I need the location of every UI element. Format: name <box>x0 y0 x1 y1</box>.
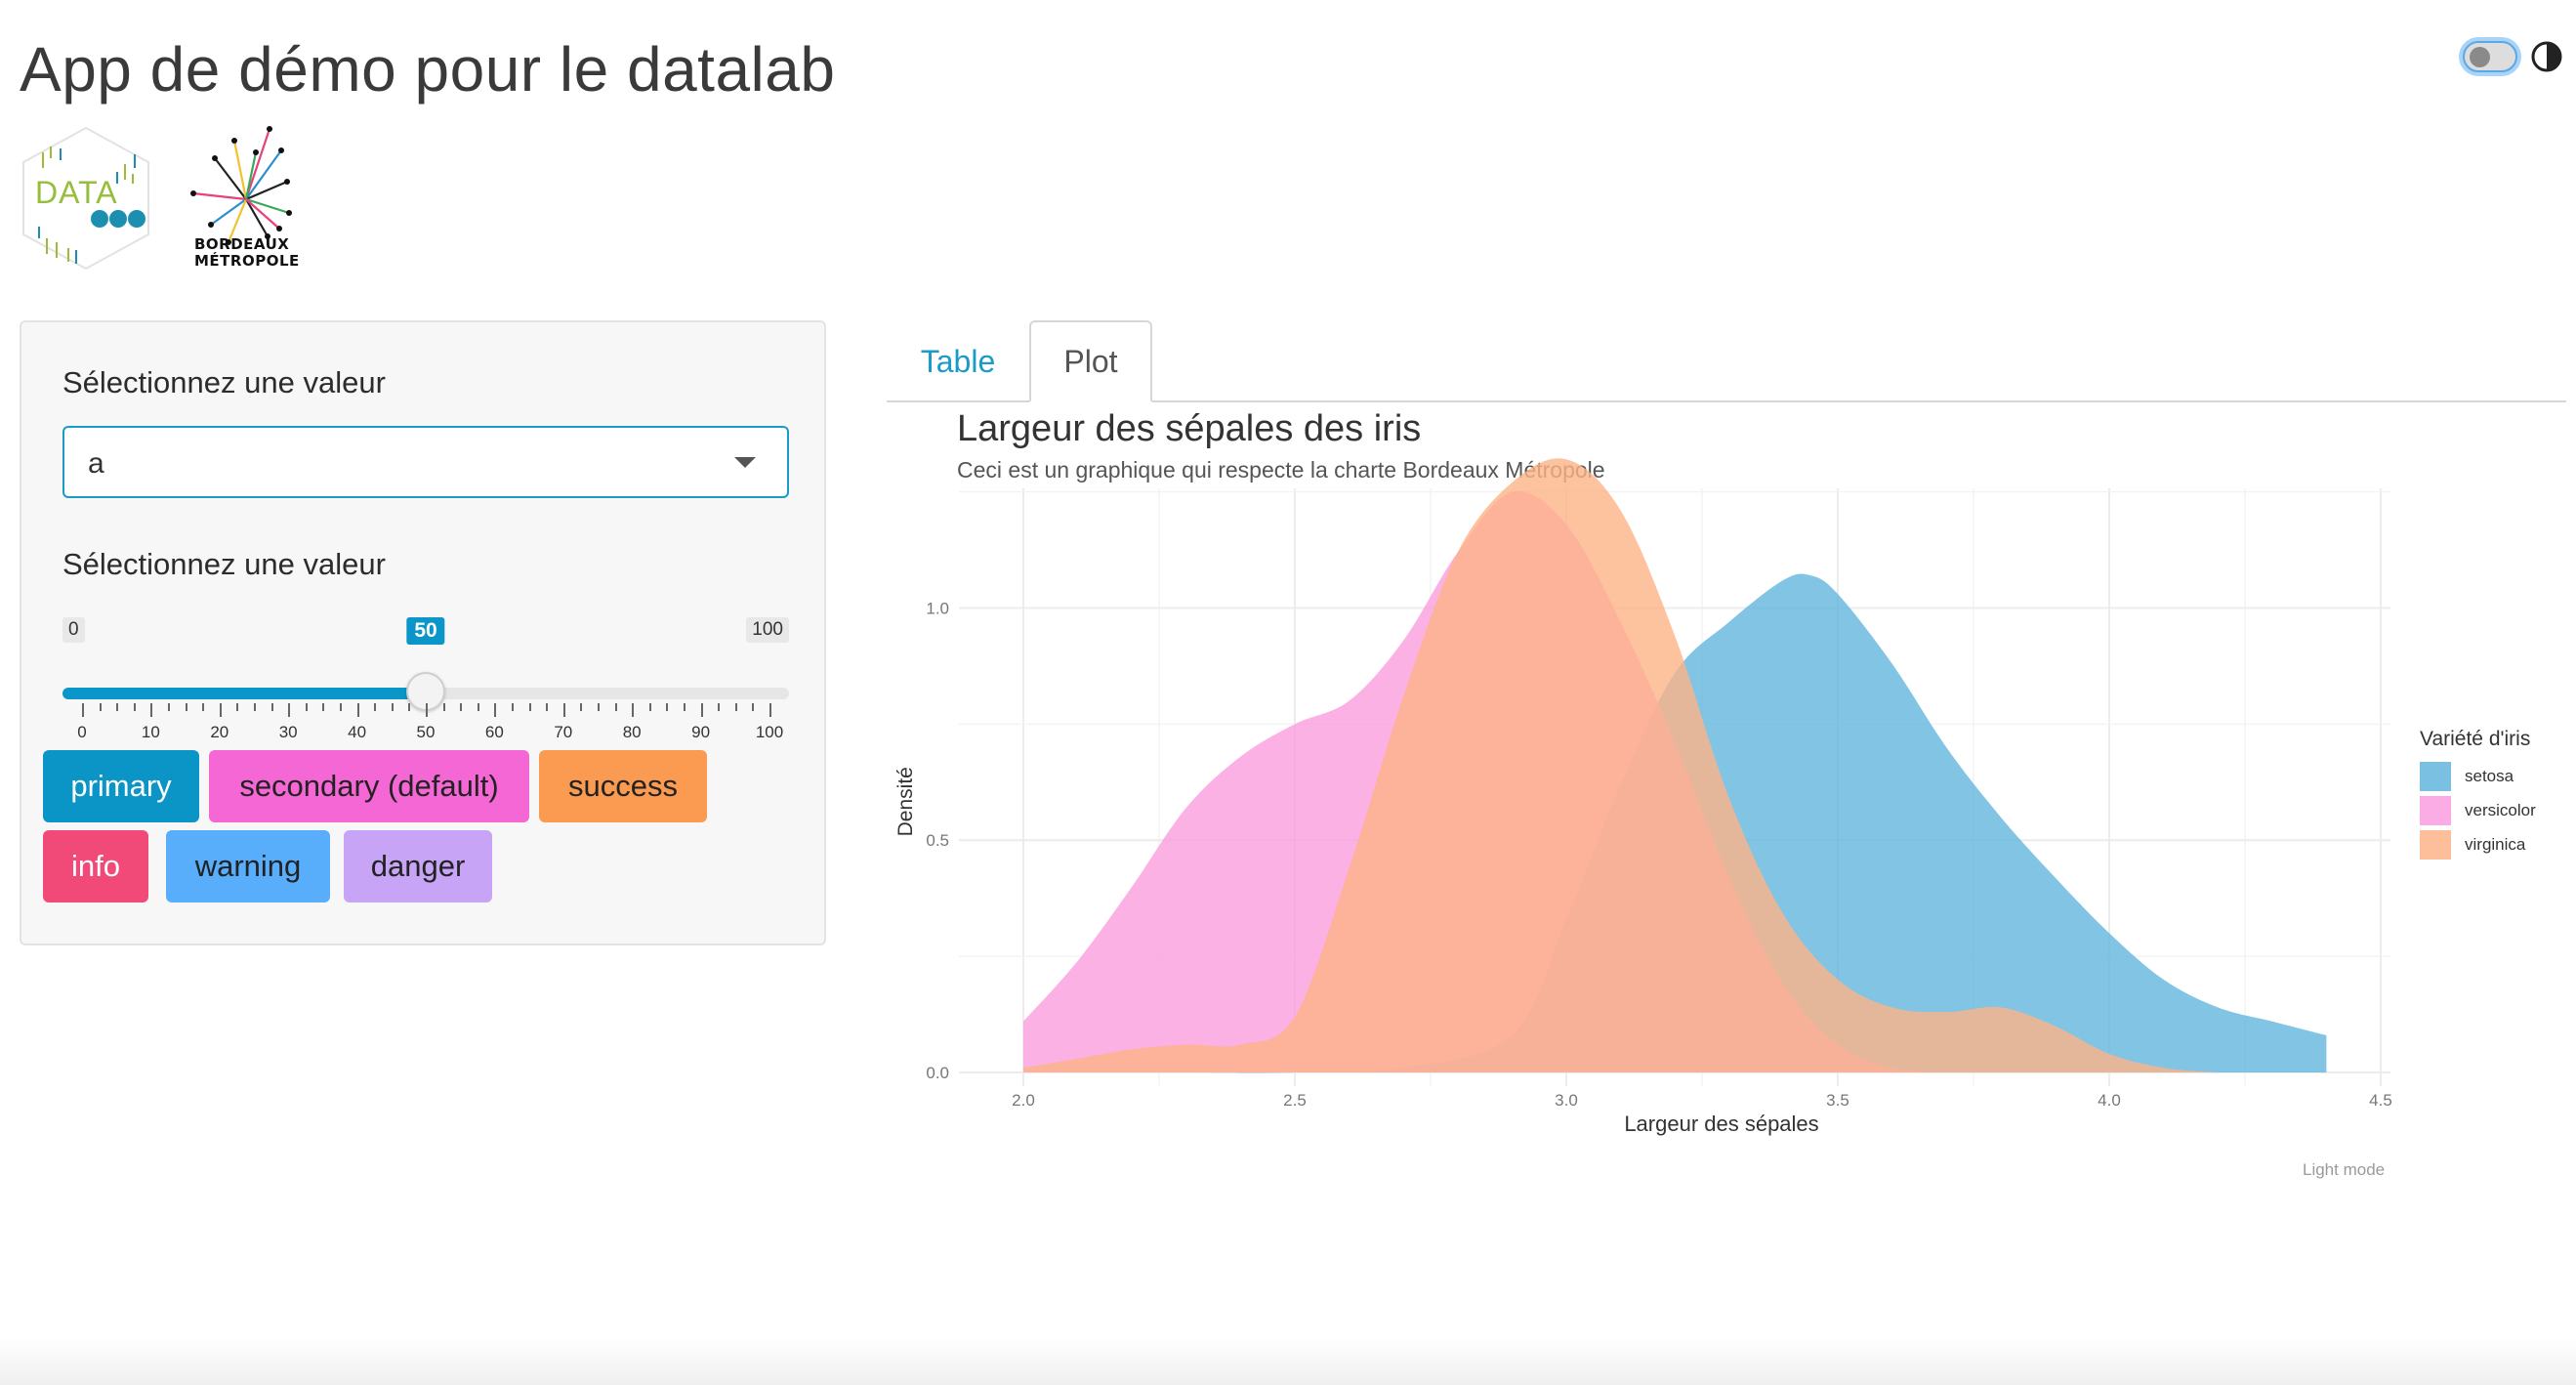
legend-label: versicolor <box>2465 801 2536 819</box>
y-axis-label: Densité <box>894 767 917 836</box>
x-tick-label: 3.0 <box>1555 1091 1578 1110</box>
legend-swatch <box>2420 796 2451 825</box>
x-tick-label: 2.0 <box>1012 1091 1035 1110</box>
y-tick-label: 0.0 <box>926 1064 949 1082</box>
legend-label: setosa <box>2465 767 2514 785</box>
density-chart: 2.0 2.5 3.0 3.5 4.0 4.5 0.0 0.5 1.0 Largeur des s… <box>894 458 2392 1136</box>
legend-swatch <box>2420 830 2451 860</box>
x-tick-label: 3.5 <box>1826 1091 1849 1110</box>
y-tick-label: 1.0 <box>926 599 949 617</box>
x-tick-label: 4.5 <box>2369 1091 2392 1110</box>
legend-swatch <box>2420 762 2451 791</box>
x-tick-label: 2.5 <box>1283 1091 1307 1110</box>
chart-caption: Light mode <box>2303 1160 2386 1179</box>
legend-title: Variété d'iris <box>2420 728 2531 750</box>
x-axis-label: Largeur des sépales <box>1624 1112 1818 1136</box>
page-bottom-edge <box>0 1338 2576 1385</box>
legend-label: virginica <box>2465 835 2526 854</box>
y-tick-label: 0.5 <box>926 831 949 850</box>
x-tick-label: 4.0 <box>2098 1091 2121 1110</box>
